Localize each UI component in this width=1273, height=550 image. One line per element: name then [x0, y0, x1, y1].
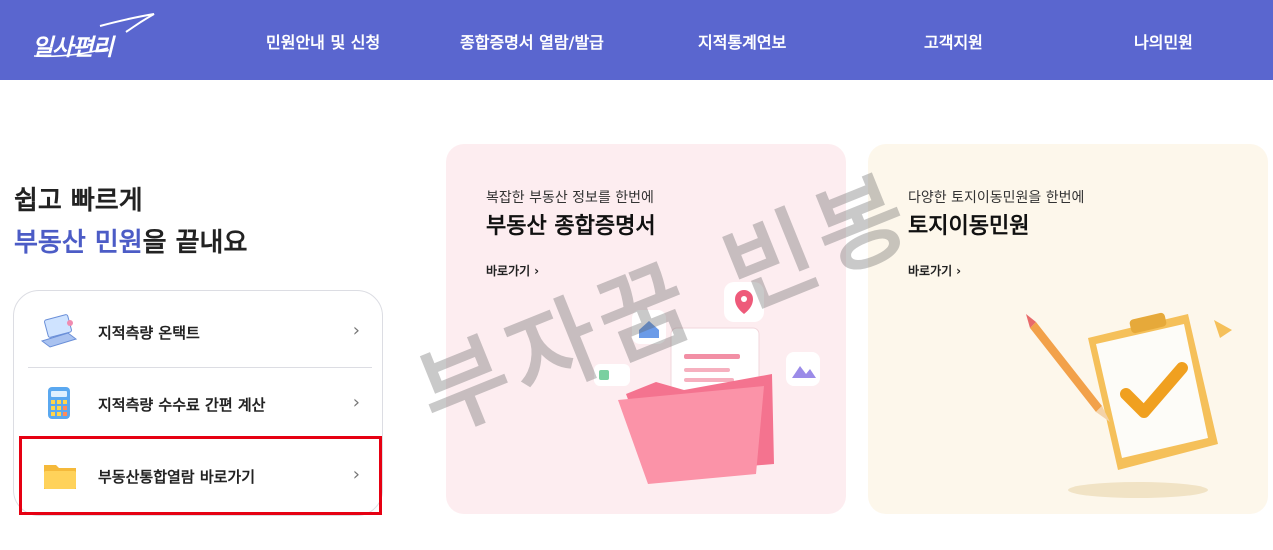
menu-item-label: 지적측량 수수료 간편 계산: [98, 396, 266, 414]
hero-line-2-rest: 을 끝내요: [142, 228, 248, 258]
menu-item-label: 지적측량 온택트: [98, 324, 200, 342]
promo-card-real-estate-certificate[interactable]: 복잡한 부동산 정보를 한번에 부동산 종합증명서 바로가기 ›: [446, 144, 846, 514]
site-logo[interactable]: 일사편리: [30, 12, 160, 64]
chevron-right-icon: ›: [956, 264, 962, 278]
logo-text: 일사편리: [32, 35, 114, 61]
menu-item-survey-ontact[interactable]: 지적측량 온택트 ›: [28, 295, 360, 367]
chevron-right-icon: ›: [352, 320, 360, 341]
promo-subtitle: 다양한 토지이동민원을 한번에: [908, 190, 1085, 206]
chevron-right-icon: ›: [352, 392, 360, 413]
go-link[interactable]: 바로가기 ›: [908, 262, 961, 279]
top-navigation-bar: 일사편리 민원안내 및 신청 종합증명서 열람/발급 지적통계연보 고객지원 나…: [0, 0, 1273, 80]
highlight-box: [19, 436, 382, 515]
hero-headline: 쉽고 빠르게 부동산 민원을 끝내요: [14, 180, 247, 264]
hero-line-2: 부동산 민원을 끝내요: [14, 222, 247, 264]
go-link[interactable]: 바로가기 ›: [486, 262, 539, 279]
promo-title: 토지이동민원: [908, 214, 1030, 239]
clipboard-illustration-icon: [1026, 312, 1232, 498]
hero-line-1: 쉽고 빠르게: [14, 186, 143, 216]
promo-subtitle: 복잡한 부동산 정보를 한번에: [486, 190, 654, 206]
nav-customer-support[interactable]: 고객지원: [924, 29, 983, 53]
menu-item-fee-calculator[interactable]: 지적측량 수수료 간편 계산 ›: [28, 367, 360, 439]
promo-card-land-movement[interactable]: 다양한 토지이동민원을 한번에 토지이동민원 바로가기 ›: [868, 144, 1268, 514]
nav-civil-guide[interactable]: 민원안내 및 신청: [266, 29, 380, 53]
nav-cadastral-statistics[interactable]: 지적통계연보: [698, 29, 786, 53]
chevron-right-icon: ›: [534, 264, 540, 278]
nav-certificate-view[interactable]: 종합증명서 열람/발급: [460, 29, 604, 53]
laptop-icon: [40, 311, 80, 351]
nav-my-civil[interactable]: 나의민원: [1134, 29, 1193, 53]
hero-accent-text: 부동산 민원: [14, 228, 143, 258]
go-link-label: 바로가기: [908, 264, 953, 278]
promo-title: 부동산 종합증명서: [486, 214, 656, 239]
calculator-icon: [40, 383, 80, 423]
go-link-label: 바로가기: [486, 264, 531, 278]
folder-illustration-icon: [594, 282, 820, 484]
